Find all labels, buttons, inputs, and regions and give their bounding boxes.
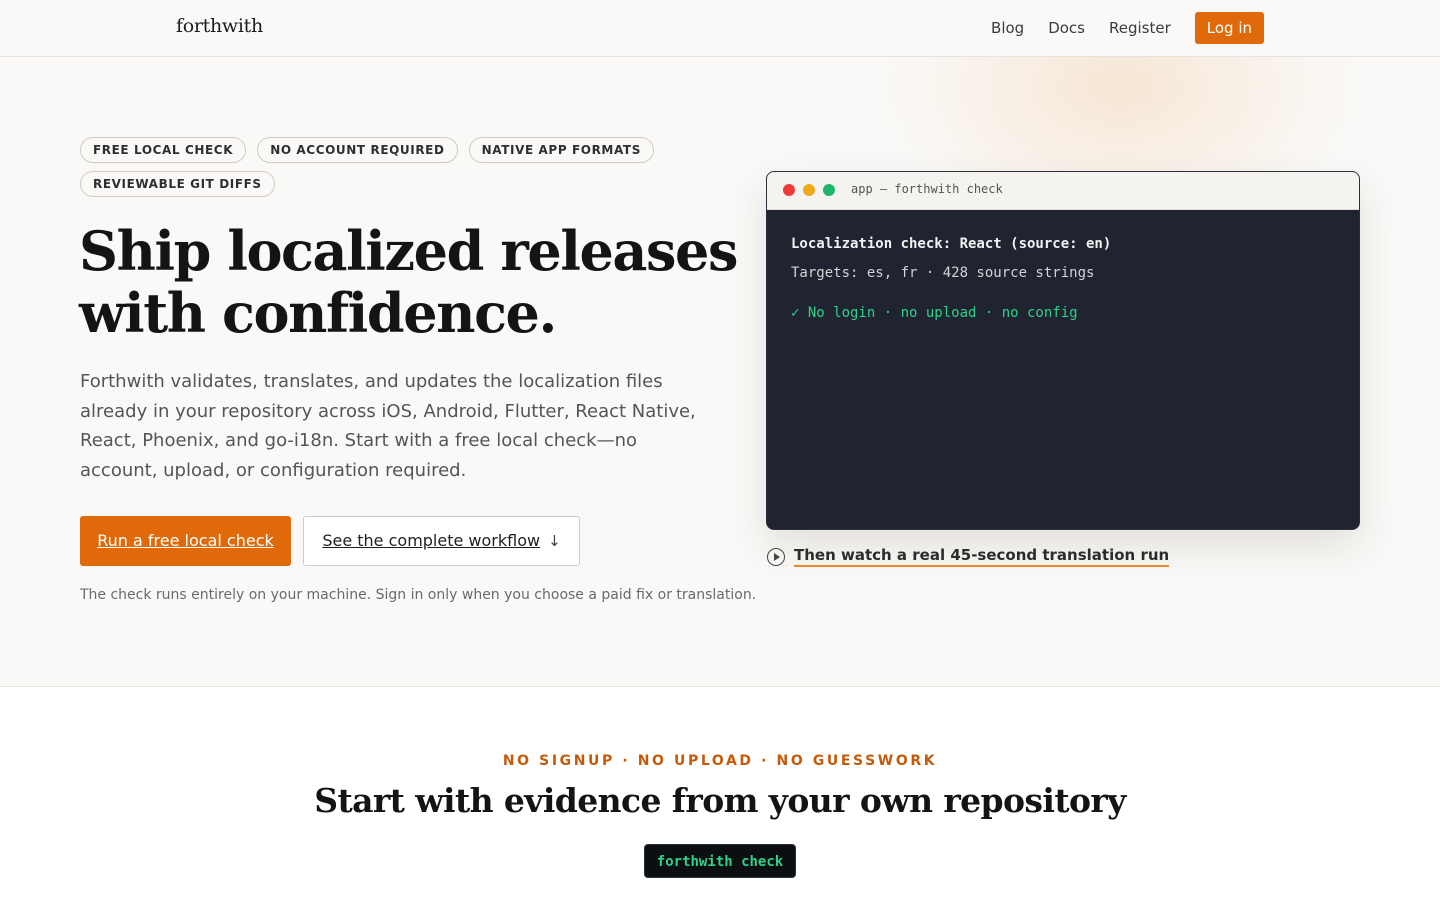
hero-section: FREE LOCAL CHECK NO ACCOUNT REQUIRED NAT…	[0, 57, 1440, 687]
play-circle-icon	[767, 547, 785, 566]
main-nav: Blog Docs Register Log in	[967, 12, 1264, 44]
chip-no-account: NO ACCOUNT REQUIRED	[257, 137, 458, 163]
terminal-output: Localization check: React (source: en) T…	[767, 210, 1359, 347]
minimize-dot-icon	[803, 184, 815, 196]
terminal-titlebar: app — forthwith check	[767, 172, 1359, 210]
login-button[interactable]: Log in	[1194, 12, 1264, 44]
terminal-line-success: ✓ No login · no upload · no config	[791, 305, 1078, 321]
hero-description: Forthwith validates, translates, and upd…	[80, 371, 696, 481]
arrow-down-icon: ↓	[548, 532, 561, 550]
feature-chips: FREE LOCAL CHECK NO ACCOUNT REQUIRED NAT…	[80, 137, 680, 205]
section-eyebrow: NO SIGNUP · NO UPLOAD · NO GUESSWORK	[502, 753, 938, 769]
chip-free-local-check: FREE LOCAL CHECK	[80, 137, 247, 163]
command-snippet[interactable]: forthwith check	[644, 844, 796, 878]
nav-docs-link[interactable]: Docs	[1048, 12, 1085, 44]
watch-run-label: Then watch a real 45-second translation …	[794, 546, 1170, 567]
nav-register-link[interactable]: Register	[1109, 12, 1171, 44]
evidence-section: NO SIGNUP · NO UPLOAD · NO GUESSWORK Sta…	[0, 687, 1440, 900]
close-dot-icon	[783, 184, 795, 196]
see-workflow-button[interactable]: See the complete workflow ↓	[303, 516, 580, 566]
section-title: Start with evidence from your own reposi…	[314, 781, 1126, 820]
watch-run-link[interactable]: Then watch a real 45-second translation …	[767, 546, 1170, 567]
privacy-note: The check runs entirely on your machine.…	[80, 587, 757, 603]
chip-native-formats: NATIVE APP FORMATS	[468, 137, 654, 163]
chip-git-diffs: REVIEWABLE GIT DIFFS	[80, 171, 275, 197]
see-workflow-label: See the complete workflow	[322, 531, 541, 550]
run-local-check-button[interactable]: Run a free local check	[80, 516, 291, 566]
run-local-check-label: Run a free local check	[97, 531, 274, 550]
hero-headline: Ship localized releases with confidence.	[79, 219, 738, 345]
nav-blog-link[interactable]: Blog	[991, 12, 1024, 44]
terminal-window: app — forthwith check Localization check…	[766, 171, 1360, 530]
terminal-line-check: Localization check: React (source: en)	[791, 236, 1112, 252]
terminal-title: app — forthwith check	[851, 182, 1003, 196]
logo[interactable]: forthwith	[176, 15, 263, 37]
site-header: forthwith Blog Docs Register Log in	[0, 0, 1440, 57]
terminal-line-targets: Targets: es, fr · 428 source strings	[791, 265, 1095, 281]
maximize-dot-icon	[823, 184, 835, 196]
